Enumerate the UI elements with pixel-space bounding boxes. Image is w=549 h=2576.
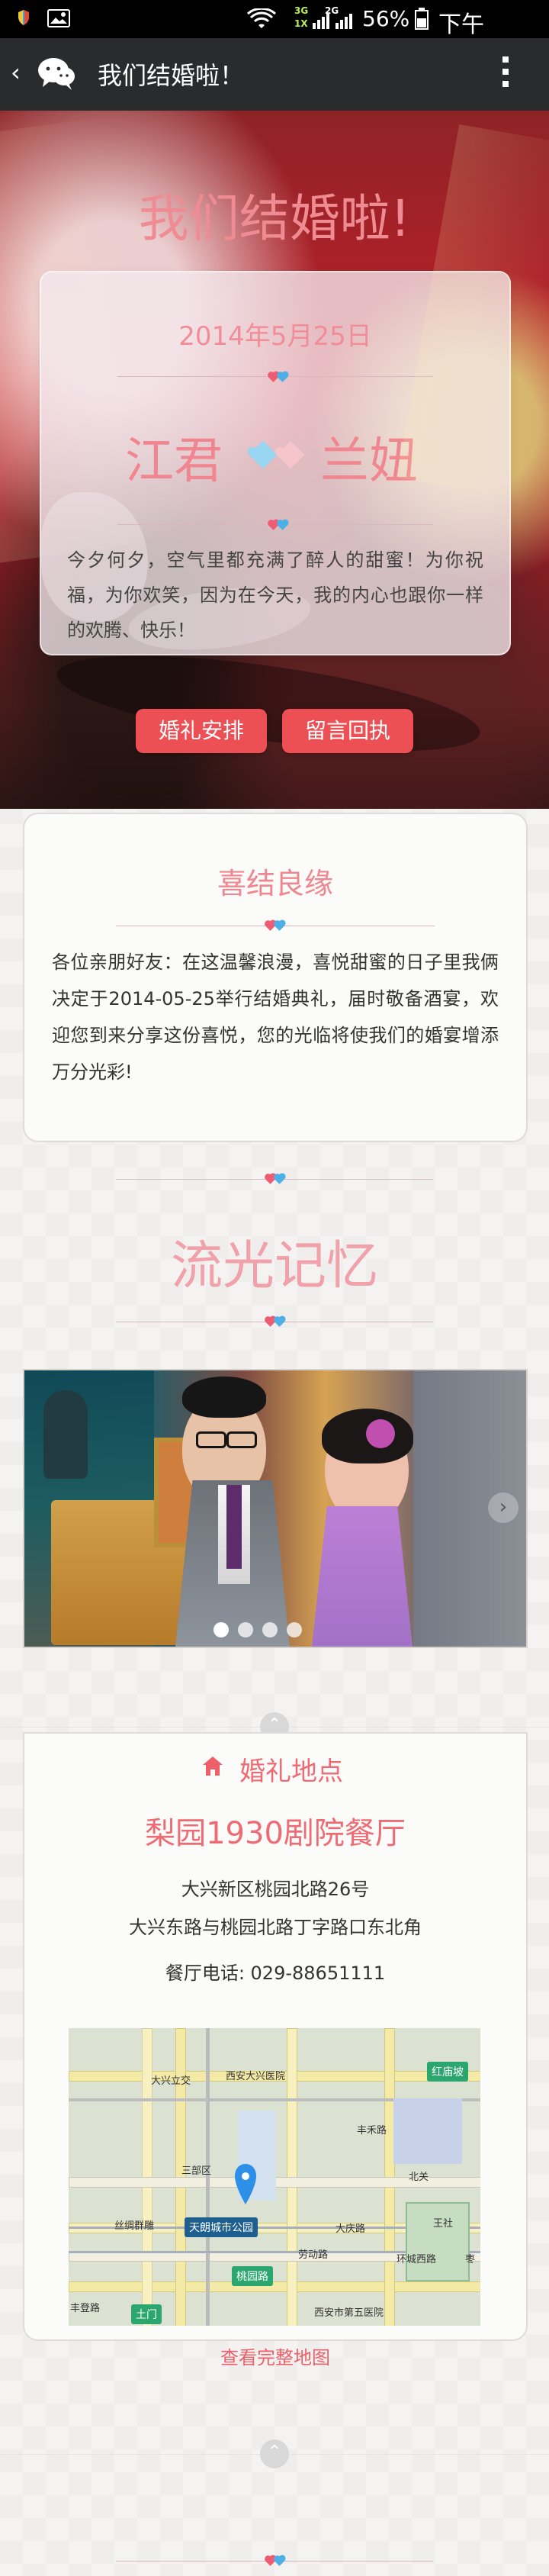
map-label-wangshe: 王社	[433, 2218, 454, 2230]
intro-panel: 喜结良缘 各位亲朋好友：在这温馨浪漫，喜悦甜蜜的日子里我俩决定于2014-05-…	[23, 813, 528, 1142]
map-label-zao: 枣	[465, 2254, 476, 2265]
shield-icon	[17, 9, 30, 26]
groom-name: 江君	[125, 433, 223, 490]
map-label-silk: 丝绸群雕	[114, 2220, 155, 2232]
map-label-hospital: 西安大兴医院	[226, 2071, 286, 2082]
more-menu-icon[interactable]	[499, 56, 512, 93]
reply-button[interactable]: 留言回执	[282, 709, 413, 753]
photo-carousel[interactable]: ›	[23, 1369, 528, 1648]
heart-divider-icon	[259, 2555, 290, 2566]
map-chip-taoyuan: 桃园路	[232, 2266, 273, 2286]
couple-hearts-icon	[243, 436, 310, 474]
next-arrow-icon[interactable]: ›	[488, 1492, 518, 1523]
address-line-1: 大兴新区桃园北路26号	[181, 1879, 370, 1900]
carousel-dot-2[interactable]	[238, 1622, 253, 1637]
map-label-fenghe: 丰禾路	[357, 2125, 387, 2136]
memories-title: 流光记忆	[170, 1236, 378, 1296]
title-bar: ‹ 我们结婚啦！	[0, 38, 549, 111]
heart-divider-icon	[259, 1174, 290, 1184]
wedding-date: 2014年5月25日	[178, 321, 372, 352]
map-preview[interactable]: 红庙坡 桃园路 土门 天朗城市公园 西安大兴医院 大兴立交 丰禾路 三部区 丝绸…	[69, 2028, 480, 2326]
map-label-daxing: 大兴立交	[151, 2075, 191, 2087]
hero-card: 2014年5月25日 江君 兰妞 今夕何夕，空气里都充满了醉人的甜蜜！为你祝福，…	[40, 271, 511, 655]
map-label-labor: 劳动路	[298, 2249, 329, 2261]
hero-heading: 我们结婚啦!	[138, 189, 411, 248]
map-full-link[interactable]: 查看完整地图	[24, 2343, 526, 2369]
venue-phone: 餐厅电话: 029-88651111	[165, 1963, 386, 1984]
battery-icon	[414, 8, 429, 31]
map-chip-city-park: 天朗城市公园	[185, 2217, 258, 2237]
schedule-button[interactable]: 婚礼安排	[136, 709, 267, 753]
bride-name: 兰妞	[320, 433, 418, 490]
up-arrow-icon[interactable]: ⌃	[260, 2439, 289, 2468]
map-label-daqing: 大庆路	[336, 2223, 366, 2235]
map-label-fengdeng: 丰登路	[70, 2303, 101, 2314]
address-line-2: 大兴东路与桃园北路丁字路口东北角	[129, 1917, 422, 1938]
hero-banner: 我们结婚啦! 2014年5月25日 江君 兰妞 今夕何夕，空气里都充满了醉人的甜…	[0, 111, 549, 809]
carousel-dot-3[interactable]	[262, 1622, 278, 1637]
venue-name: 梨园1930剧院餐厅	[145, 1816, 406, 1851]
home-icon	[201, 1755, 224, 1778]
wifi-icon	[246, 7, 277, 30]
back-icon[interactable]: ‹	[11, 58, 26, 89]
map-label-city-west: 环城西路	[396, 2254, 437, 2265]
intro-text: 各位亲朋好友：在这温馨浪漫，喜悦甜蜜的日子里我俩决定于2014-05-25举行结…	[52, 952, 499, 1083]
carousel-dot-4[interactable]	[287, 1622, 302, 1637]
map-chip-tumen: 土门	[131, 2304, 162, 2324]
map-chip-redtemple: 红庙坡	[427, 2062, 468, 2082]
window-title: 我们结婚啦！	[98, 61, 245, 90]
image-icon	[47, 9, 70, 27]
intro-title: 喜结良缘	[217, 867, 333, 900]
map-label-beiguan: 北关	[409, 2172, 429, 2183]
heart-divider-icon	[262, 372, 293, 382]
carousel-dot-1[interactable]	[214, 1622, 229, 1637]
heart-divider-icon	[262, 520, 293, 530]
map-label-fifth-hospital: 西安市第五医院	[314, 2307, 384, 2319]
blessing-text: 今夕何夕，空气里都充满了醉人的甜蜜！为你祝福，为你欢笑，因为在今天，我的内心也跟…	[67, 549, 483, 641]
network-type-top: 3G	[294, 5, 309, 16]
map-pin-icon	[232, 2162, 259, 2205]
location-panel: 婚礼地点 梨园1930剧院餐厅 大兴新区桃园北路26号 大兴东路与桃园北路丁字路…	[23, 1732, 528, 2368]
heart-divider-icon	[259, 1316, 290, 1327]
status-bar: 3G 1X 2G 56% 下午11:16	[0, 0, 549, 66]
chat-icon	[35, 53, 79, 93]
map-label-sanbu: 三部区	[181, 2165, 212, 2177]
heart-divider-icon	[259, 920, 290, 931]
signal-icon	[313, 11, 354, 29]
battery-text: 56%	[362, 6, 410, 31]
location-heading: 婚礼地点	[239, 1757, 343, 1787]
network-type-bottom: 1X	[294, 18, 308, 29]
